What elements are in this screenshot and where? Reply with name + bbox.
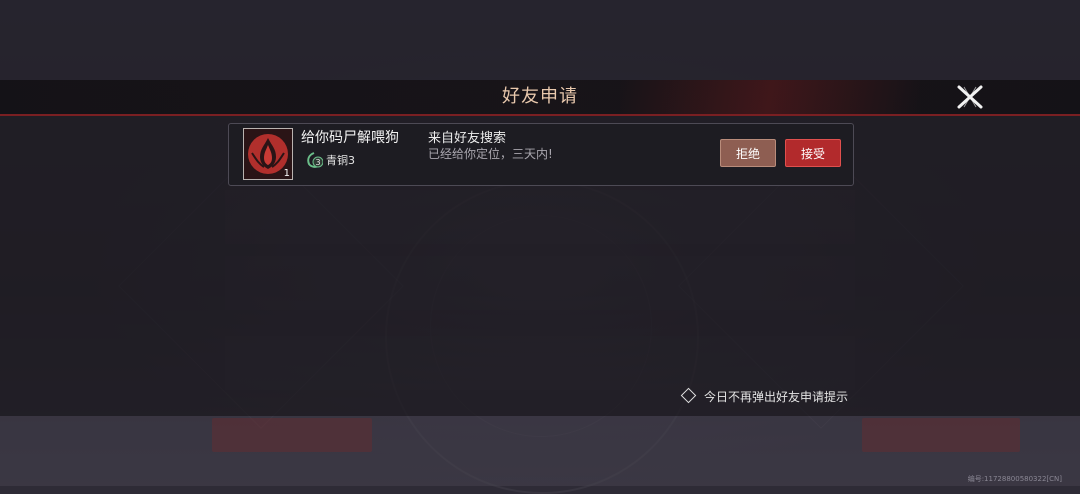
bronze-rank-icon: 3: [305, 151, 324, 169]
rank-badge-number: 3: [315, 158, 320, 167]
player-rank: 青铜3: [326, 154, 355, 167]
player-avatar[interactable]: 1: [243, 128, 293, 180]
friend-request-card: 1 给你码尸解喂狗 3 青铜3 来自好友搜索 已经给你定位，三天内! 拒绝 接受: [228, 123, 854, 186]
background-top-bar: [0, 0, 1080, 80]
dialog-title: 好友申请: [502, 86, 578, 107]
request-source: 来自好友搜索: [428, 131, 507, 146]
serial-number: 编号:11728800580322[CN]: [967, 475, 1062, 483]
reject-button[interactable]: 拒绝: [720, 139, 776, 167]
request-message: 已经给你定位，三天内!: [428, 147, 553, 161]
background-button: [862, 418, 1020, 452]
player-name: 给你码尸解喂狗: [301, 130, 399, 146]
avatar-level: 1: [283, 168, 290, 179]
accept-button[interactable]: 接受: [785, 139, 841, 167]
background-button: [212, 418, 372, 452]
dialog-header: 好友申请: [0, 80, 1080, 116]
dont-show-today-label: 今日不再弹出好友申请提示: [704, 390, 849, 404]
close-x-icon[interactable]: [956, 84, 984, 110]
